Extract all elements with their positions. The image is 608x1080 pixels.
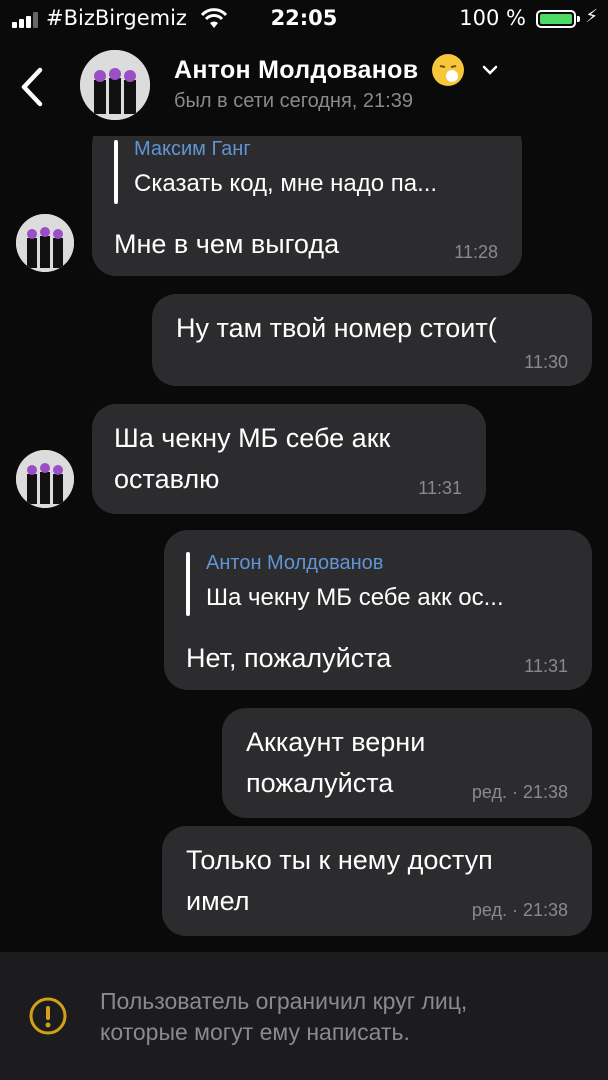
reply-author: Максим Ганг [134, 138, 251, 160]
message-time: 11:28 [454, 242, 498, 262]
reply-author: Антон Молдованов [206, 552, 384, 574]
notice-line: которые могут ему написать. [100, 1019, 410, 1045]
battery-percent: 100 % [459, 6, 526, 30]
message-text: Аккаунт верни [246, 727, 426, 757]
message-bubble-outgoing[interactable]: Ну там твой номер стоит( 11:30 [152, 294, 592, 386]
message-text: Нет, пожалуйста [186, 643, 392, 673]
chat-header: Антон Молдованов был в сети сегодня, 21:… [0, 40, 608, 136]
message-bubble-outgoing[interactable]: Только ты к нему доступ имел ред. · 21:3… [162, 826, 592, 936]
contact-avatar[interactable] [80, 50, 150, 120]
reply-text: Сказать код, мне надо па... [134, 170, 438, 197]
charging-bolt-icon: ⚡ [585, 6, 598, 27]
message-bubble-incoming[interactable]: Ша чекну МБ себе акк оставлю 11:31 [92, 404, 486, 514]
message-text: Ша чекну МБ себе акк [114, 423, 391, 453]
reply-text: Ша чекну МБ себе акк ос... [206, 584, 504, 611]
sender-avatar[interactable] [16, 214, 74, 272]
message-time: 11:31 [524, 656, 568, 676]
message-text: оставлю [114, 464, 220, 494]
avatar-picture [16, 214, 74, 272]
message-edited-time: ред. · 21:38 [471, 900, 568, 920]
message-text: Мне в чем выгода [114, 229, 340, 259]
restriction-notice: Пользователь ограничил круг лиц, которые… [100, 986, 467, 1048]
contact-title[interactable]: Антон Молдованов [174, 52, 498, 88]
warning-icon [29, 997, 67, 1035]
message-text: Ну там твой номер стоит( [176, 313, 497, 343]
avatar-picture [80, 50, 150, 120]
restriction-footer: Пользователь ограничил круг лиц, которые… [0, 952, 608, 1080]
notice-line: Пользователь ограничил круг лиц, [100, 988, 468, 1014]
contact-name: Антон Молдованов [174, 55, 419, 84]
message-text: имел [186, 886, 250, 916]
status-bar: #BizBirgemiz 22:05 100 % ⚡ [0, 0, 608, 40]
message-time: 11:31 [418, 478, 462, 498]
chevron-down-icon[interactable] [482, 62, 498, 78]
avatar-picture [16, 450, 74, 508]
reply-quote-bar [114, 140, 118, 204]
reply-quote-bar [186, 552, 190, 616]
message-text: Только ты к нему доступ [186, 845, 493, 875]
message-edited-time: ред. · 21:38 [471, 782, 568, 802]
back-chevron-icon[interactable] [14, 62, 54, 112]
message-bubble-incoming[interactable]: Максим Ганг Сказать код, мне надо па... … [92, 120, 522, 276]
message-text: пожалуйста [246, 768, 394, 798]
sneezing-face-emoji-icon [432, 54, 465, 86]
message-bubble-outgoing[interactable]: Антон Молдованов Ша чекну МБ себе акк ос… [164, 530, 592, 690]
last-seen-status: был в сети сегодня, 21:39 [174, 90, 413, 112]
message-bubble-outgoing[interactable]: Аккаунт верни пожалуйста ред. · 21:38 [222, 708, 592, 818]
message-time: 11:30 [524, 352, 568, 372]
sender-avatar[interactable] [16, 450, 74, 508]
battery-icon [536, 10, 580, 28]
